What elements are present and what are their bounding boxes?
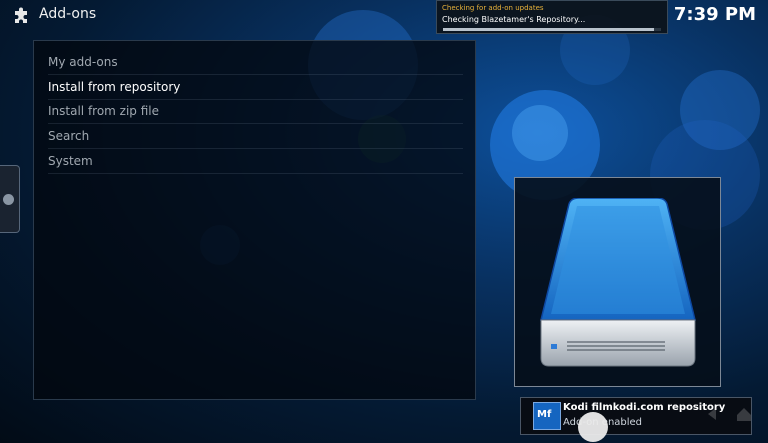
hard-drive-icon: [540, 198, 696, 367]
back-arrow-icon[interactable]: [702, 404, 722, 424]
background-bokeh: [512, 105, 568, 161]
menu-item-install-from-zip[interactable]: Install from zip file: [48, 99, 463, 124]
notification-text: Checking Blazetamer's Repository...: [442, 15, 586, 24]
menu-item-my-addons[interactable]: My add-ons: [48, 50, 463, 75]
clock: 7:39 PM: [673, 4, 756, 25]
toast-title: Kodi filmkodi.com repository: [563, 402, 726, 413]
page-title: Add-ons: [39, 6, 97, 22]
repository-logo-icon: Mf: [533, 402, 561, 430]
menu-item-system[interactable]: System: [48, 149, 463, 174]
preview-thumbnail: [514, 177, 721, 387]
notification-progress-bar: [443, 28, 661, 31]
touch-cursor: [578, 412, 608, 442]
side-menu-handle[interactable]: [0, 165, 20, 233]
side-menu-handle-icon: [3, 194, 14, 205]
menu-item-search[interactable]: Search: [48, 124, 463, 149]
notification-progress-fill: [443, 28, 655, 31]
puzzle-piece-icon: [15, 7, 27, 23]
addons-menu-panel: My add-ons Install from repository Insta…: [33, 40, 476, 400]
background-bokeh: [680, 70, 760, 150]
home-icon[interactable]: [734, 404, 754, 424]
menu-item-install-from-repository[interactable]: Install from repository: [48, 75, 463, 100]
notification-heading: Checking for add-on updates: [442, 4, 544, 12]
update-notification: Checking for add-on updates Checking Bla…: [436, 0, 668, 34]
